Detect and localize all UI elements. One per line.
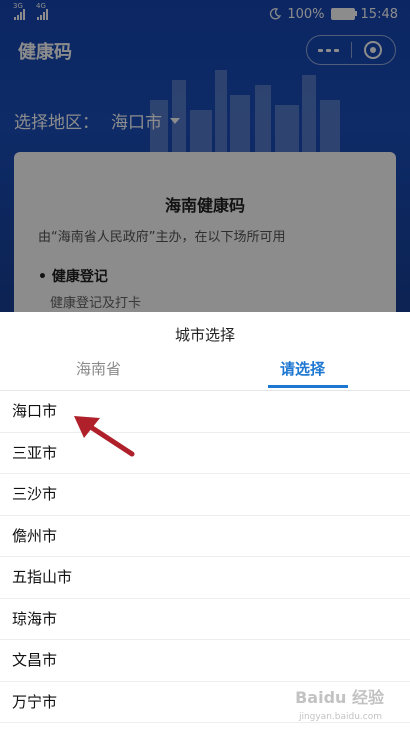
- picker-tabs: 海南省 请选择: [0, 352, 410, 390]
- modal-overlay[interactable]: [0, 0, 410, 312]
- city-item-qionghai[interactable]: 琼海市: [0, 599, 410, 640]
- red-arrow-annotation-icon: [74, 416, 135, 457]
- city-item-wuzhishan[interactable]: 五指山市: [0, 557, 410, 599]
- city-item-danzhou[interactable]: 儋州市: [0, 516, 410, 557]
- city-item-haikou[interactable]: 海口市: [0, 391, 410, 433]
- city-item-wenchang[interactable]: 文昌市: [0, 640, 410, 682]
- city-list: 海口市 三亚市 三沙市 儋州市 五指山市 琼海市 文昌市 万宁市: [0, 391, 410, 723]
- tab-city[interactable]: 请选择: [280, 358, 325, 379]
- city-item-sanya[interactable]: 三亚市: [0, 433, 410, 474]
- screen: 3G 4G 100% 15:48 健康码 选择地区： 海口市 海南健康码 由“海…: [0, 0, 410, 730]
- watermark-url: jingyan.baidu.com: [298, 712, 382, 722]
- city-picker-sheet: 城市选择 海南省 请选择 海口市 三亚市 三沙市 儋州市 五指山市 琼海市 文昌…: [0, 312, 410, 730]
- picker-title: 城市选择: [174, 326, 235, 344]
- city-item-sansha[interactable]: 三沙市: [0, 474, 410, 516]
- active-tab-indicator: [268, 385, 348, 388]
- tab-province[interactable]: 海南省: [76, 358, 121, 379]
- watermark-logo: Baidu 经验: [295, 688, 384, 707]
